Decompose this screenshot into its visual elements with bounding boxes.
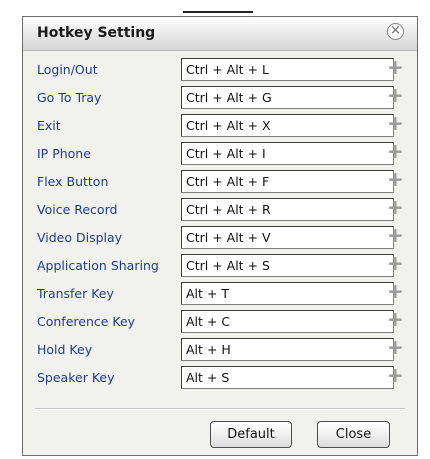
hotkey-row-hold-key: Hold Key +	[23, 337, 417, 362]
hotkey-field-application-sharing[interactable]	[181, 254, 394, 277]
hotkey-field-go-to-tray[interactable]	[181, 86, 394, 109]
dialog-title: Hotkey Setting	[37, 25, 156, 41]
hotkey-label: Login/Out	[37, 62, 98, 77]
plus-icon[interactable]: +	[387, 113, 404, 133]
hotkey-field-login-out[interactable]	[181, 58, 394, 81]
close-button[interactable]: Close	[317, 421, 390, 448]
plus-icon[interactable]: +	[387, 225, 404, 245]
hotkey-row-login-out: Login/Out +	[23, 57, 417, 82]
hotkey-label: IP Phone	[37, 146, 91, 161]
hotkey-field-voice-record[interactable]	[181, 198, 394, 221]
hotkey-label: Application Sharing	[37, 258, 159, 273]
hotkey-field-hold-key[interactable]	[181, 338, 394, 361]
hotkey-label: Flex Button	[37, 174, 109, 189]
hotkey-row-flex-button: Flex Button +	[23, 169, 417, 194]
hotkey-row-voice-record: Voice Record +	[23, 197, 417, 222]
hotkey-row-application-sharing: Application Sharing +	[23, 253, 417, 278]
hotkey-field-transfer-key[interactable]	[181, 282, 394, 305]
dialog-titlebar: Hotkey Setting ×	[23, 17, 417, 51]
plus-icon[interactable]: +	[387, 337, 404, 357]
default-button[interactable]: Default	[210, 421, 292, 448]
hotkey-row-exit: Exit +	[23, 113, 417, 138]
hotkey-field-speaker-key[interactable]	[181, 366, 394, 389]
hotkey-label: Conference Key	[37, 314, 136, 329]
plus-icon[interactable]: +	[387, 197, 404, 217]
hotkey-label: Go To Tray	[37, 90, 102, 105]
hotkey-row-conference-key: Conference Key +	[23, 309, 417, 334]
plus-icon[interactable]: +	[387, 85, 404, 105]
hotkey-label: Exit	[37, 118, 61, 133]
hotkey-row-transfer-key: Transfer Key +	[23, 281, 417, 306]
hotkey-label: Voice Record	[37, 202, 118, 217]
hotkey-row-speaker-key: Speaker Key +	[23, 365, 417, 390]
close-icon[interactable]: ×	[387, 23, 404, 40]
hotkey-row-video-display: Video Display +	[23, 225, 417, 250]
hotkey-label: Video Display	[37, 230, 123, 245]
plus-icon[interactable]: +	[387, 169, 404, 189]
plus-icon[interactable]: +	[387, 365, 404, 385]
hotkey-label: Hold Key	[37, 342, 93, 357]
divider	[35, 408, 405, 410]
hotkey-field-exit[interactable]	[181, 114, 394, 137]
plus-icon[interactable]: +	[387, 281, 404, 301]
background-line	[183, 11, 253, 13]
plus-icon[interactable]: +	[387, 253, 404, 273]
plus-icon[interactable]: +	[387, 57, 404, 77]
hotkey-field-flex-button[interactable]	[181, 170, 394, 193]
hotkey-field-conference-key[interactable]	[181, 310, 394, 333]
hotkey-row-go-to-tray: Go To Tray +	[23, 85, 417, 110]
hotkey-label: Speaker Key	[37, 370, 115, 385]
hotkey-row-ip-phone: IP Phone +	[23, 141, 417, 166]
hotkey-field-video-display[interactable]	[181, 226, 394, 249]
plus-icon[interactable]: +	[387, 141, 404, 161]
hotkey-label: Transfer Key	[37, 286, 114, 301]
hotkey-field-ip-phone[interactable]	[181, 142, 394, 165]
plus-icon[interactable]: +	[387, 309, 404, 329]
hotkey-setting-dialog: Hotkey Setting × Login/Out + Go To Tray …	[22, 16, 418, 456]
